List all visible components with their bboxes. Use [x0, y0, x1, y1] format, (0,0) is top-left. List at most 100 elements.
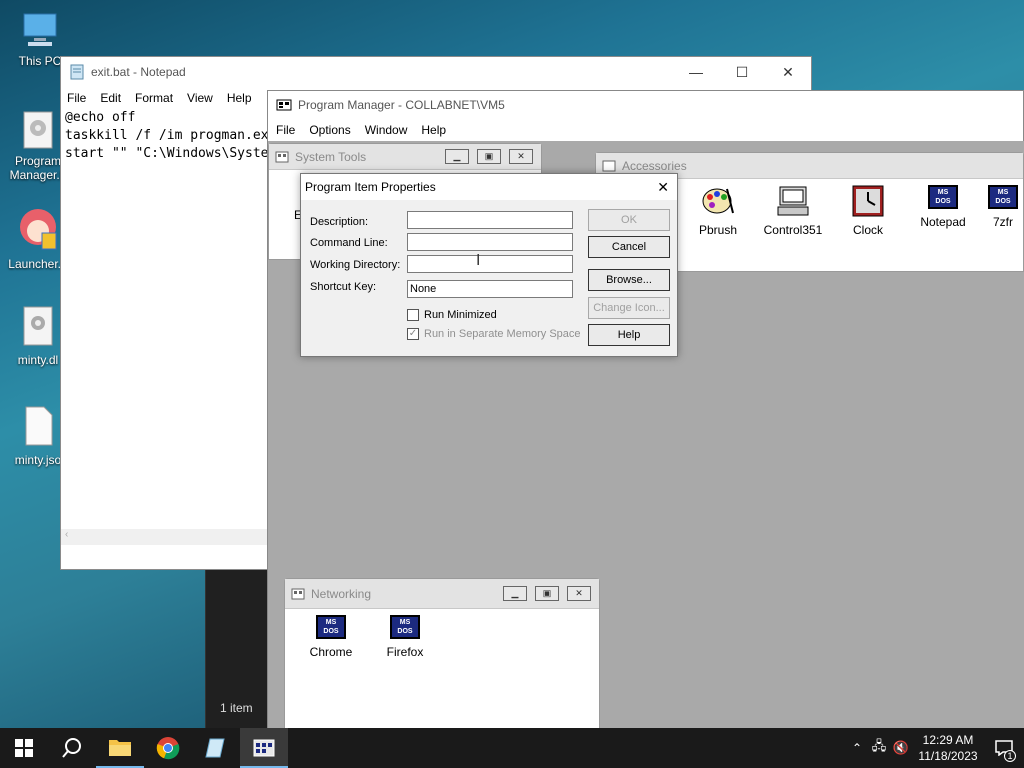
control-panel-icon [777, 186, 809, 216]
ms-dos-icon: MS DOS [928, 185, 958, 209]
menu-view[interactable]: View [187, 91, 213, 105]
dos-icon-text: DOS [935, 198, 951, 205]
notepad-icon [70, 64, 84, 80]
menu-options[interactable]: Options [309, 123, 350, 137]
ms-dos-icon: MS DOS [390, 615, 420, 639]
program-7zfr[interactable]: MS DOS 7zfr [981, 185, 1024, 229]
program-firefox[interactable]: MS DOS Firefox [368, 615, 442, 659]
chrome-icon [156, 737, 180, 760]
close-button[interactable]: ✕ [567, 586, 591, 601]
command-line-label: Command Line: [310, 237, 388, 249]
text-cursor-icon: I [476, 251, 481, 269]
notepad-title: exit.bat - Notepad [91, 65, 186, 79]
batch-file-icon [23, 111, 53, 149]
working-directory-label: Working Directory: [310, 259, 401, 271]
taskbar-notepad[interactable] [192, 728, 240, 768]
minimize-button[interactable]: — [673, 57, 719, 87]
taskbar-file-explorer[interactable] [96, 728, 144, 768]
windows-logo-icon [15, 739, 33, 757]
palette-icon [702, 188, 734, 214]
desktop-icon-label: Launcher.e [8, 257, 68, 271]
description-label: Description: [310, 216, 369, 228]
ms-dos-icon: MS DOS [316, 615, 346, 639]
dos-icon-text: MS [399, 619, 411, 626]
networking-titlebar[interactable]: Networking ▁ ▣ ✕ [285, 579, 599, 609]
program-control351[interactable]: Control351 [756, 185, 830, 237]
program-label: Control351 [763, 223, 823, 237]
menu-file[interactable]: File [276, 123, 295, 137]
separate-memory-checkbox[interactable]: ✓ [407, 328, 419, 340]
maximize-button[interactable]: ▣ [477, 149, 501, 164]
shortcut-key-input[interactable]: None [407, 280, 573, 298]
change-icon-button[interactable]: Change Icon... [588, 297, 670, 319]
taskbar-program-manager[interactable] [240, 728, 288, 768]
program-label: Clock [852, 223, 883, 237]
menu-window[interactable]: Window [365, 123, 408, 137]
computer-icon [23, 13, 57, 46]
ok-button[interactable]: OK [588, 209, 670, 231]
menu-edit[interactable]: Edit [100, 91, 121, 105]
accessories-title: Accessories [622, 158, 687, 173]
working-directory-input[interactable] [407, 255, 573, 273]
help-button[interactable]: Help [588, 324, 670, 346]
program-item-properties-dialog[interactable]: Program Item Properties ✕ Description: C… [300, 173, 678, 357]
program-clock[interactable]: Clock [831, 185, 905, 237]
menu-help[interactable]: Help [421, 123, 446, 137]
program-pbrush[interactable]: Pbrush [681, 185, 755, 237]
desktop-icon-label: minty.jso [14, 453, 62, 467]
dos-icon-text: DOS [323, 628, 339, 635]
networking-window[interactable]: Networking ▁ ▣ ✕ MS DOS Chrome MS DOS Fire… [284, 578, 600, 730]
group-icon [275, 151, 289, 162]
cancel-button[interactable]: Cancel [588, 236, 670, 258]
desktop-icon-label: minty.dl [17, 353, 59, 367]
progman-menu-bar: File Options Window Help [268, 119, 1023, 141]
system-tray: ⌃ 🖧 🔇 12:29 AM 11/18/2023 1 [846, 728, 1024, 768]
program-label: Chrome [309, 645, 353, 659]
search-icon [62, 738, 81, 758]
description-input[interactable] [407, 211, 573, 229]
clock-icon [852, 185, 884, 217]
dos-icon-text: MS [325, 619, 337, 626]
notepad-titlebar[interactable]: exit.bat - Notepad — ☐ ✕ [61, 57, 811, 87]
close-button[interactable]: ✕ [509, 149, 533, 164]
program-label: Firefox [386, 645, 424, 659]
system-tools-titlebar[interactable]: System Tools ▁ ▣ ✕ [269, 144, 541, 170]
dos-icon-text: DOS [995, 198, 1011, 205]
progman-titlebar[interactable]: Program Manager - COLLABNET\VM5 [268, 91, 1023, 119]
clock[interactable]: 12:29 AM 11/18/2023 [912, 732, 984, 764]
browse-button[interactable]: Browse... [588, 269, 670, 291]
program-chrome[interactable]: MS DOS Chrome [294, 615, 368, 659]
json-file-icon [25, 406, 53, 446]
program-manager-icon [276, 99, 292, 111]
separate-memory-label: Run in Separate Memory Space [424, 328, 581, 340]
menu-help[interactable]: Help [227, 91, 252, 105]
program-label: Pbrush [698, 223, 738, 237]
search-button[interactable] [48, 728, 96, 768]
menu-file[interactable]: File [67, 91, 86, 105]
networking-title: Networking [311, 586, 372, 601]
clock-date: 11/18/2023 [918, 749, 978, 763]
minimize-button[interactable]: ▁ [503, 586, 527, 601]
group-icon [602, 160, 616, 171]
launcher-app-icon [20, 209, 57, 250]
chevron-up-icon[interactable]: ⌃ [846, 741, 868, 755]
volume-muted-icon[interactable]: 🔇 [890, 740, 912, 756]
close-button[interactable]: ✕ [657, 179, 669, 196]
network-icon[interactable]: 🖧 [868, 737, 890, 759]
minimize-button[interactable]: ▁ [445, 149, 469, 164]
program-manager-icon [253, 739, 275, 757]
item-count: 1 item [220, 701, 253, 715]
maximize-button[interactable]: ☐ [719, 57, 765, 87]
dialog-titlebar[interactable]: Program Item Properties ✕ [301, 174, 677, 200]
command-line-input[interactable] [407, 233, 573, 251]
dialog-title: Program Item Properties [305, 180, 436, 194]
close-button[interactable]: ✕ [765, 57, 811, 87]
notifications-button[interactable]: 1 [984, 728, 1024, 768]
program-notepad[interactable]: MS DOS Notepad [906, 185, 980, 229]
start-button[interactable] [0, 728, 48, 768]
menu-format[interactable]: Format [135, 91, 173, 105]
run-minimized-checkbox[interactable] [407, 309, 419, 321]
horizontal-scrollbar[interactable]: ‹ [61, 529, 267, 545]
maximize-button[interactable]: ▣ [535, 586, 559, 601]
taskbar-chrome[interactable] [144, 728, 192, 768]
